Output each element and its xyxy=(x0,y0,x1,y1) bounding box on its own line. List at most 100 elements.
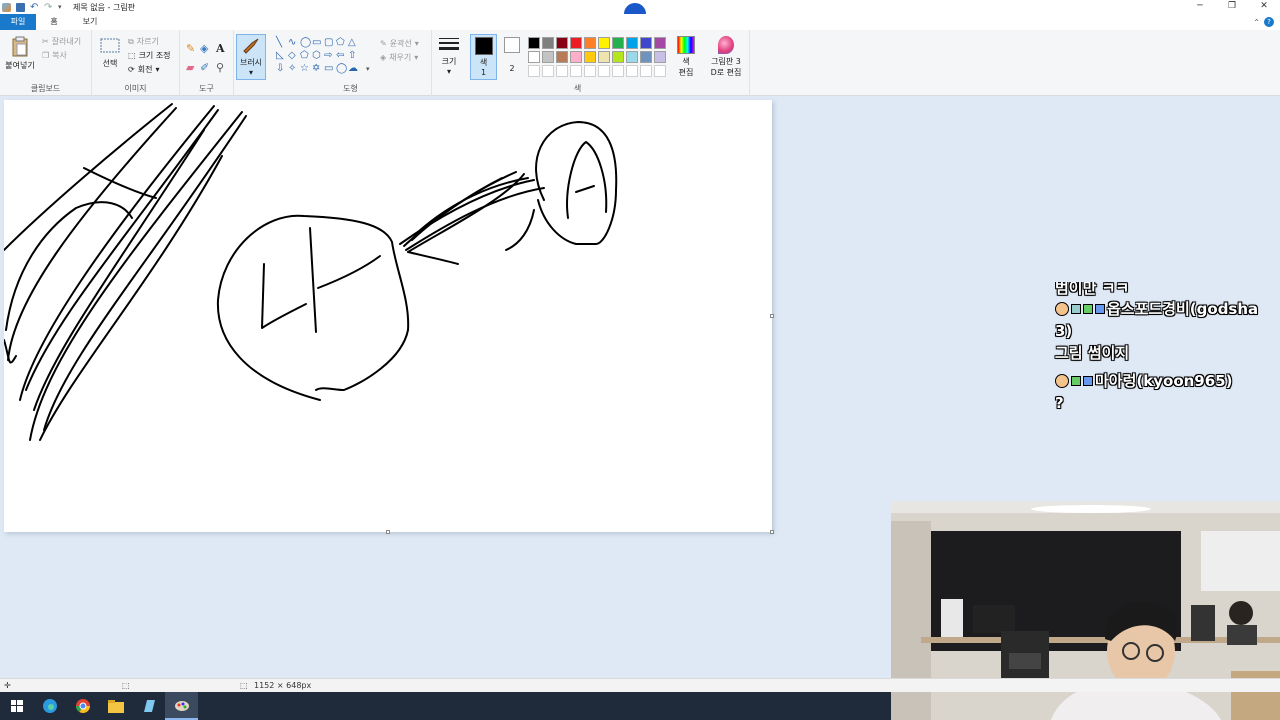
right-triangle-shape-icon[interactable]: ◺ xyxy=(276,51,284,61)
crop-button[interactable]: ⧉ 자르기 xyxy=(128,36,159,47)
chevron-down-icon: ▾ xyxy=(446,67,451,76)
help-icon[interactable]: ? xyxy=(1264,17,1274,27)
custom-color-swatch[interactable] xyxy=(654,65,666,77)
palette-swatch[interactable] xyxy=(542,51,554,63)
quick-access-dropdown-icon[interactable]: ▾ xyxy=(58,3,67,12)
custom-color-swatch[interactable] xyxy=(626,65,638,77)
copy-button[interactable]: ❐ 복사 xyxy=(42,50,67,61)
palette-swatch[interactable] xyxy=(654,37,666,49)
paste-button[interactable]: 붙여넣기 xyxy=(4,36,36,71)
user-emoji-icon xyxy=(1055,374,1069,388)
undo-icon[interactable]: ↶ xyxy=(30,2,39,12)
tab-file[interactable]: 파일 xyxy=(0,14,36,30)
maximize-button[interactable]: ❐ xyxy=(1216,0,1248,14)
collapse-ribbon-icon[interactable]: ⌃ xyxy=(1253,18,1260,27)
palette-swatch[interactable] xyxy=(556,51,568,63)
diamond-shape-icon[interactable]: ◇ xyxy=(288,51,296,61)
palette-swatch[interactable] xyxy=(598,51,610,63)
palette-swatch[interactable] xyxy=(528,37,540,49)
palette-swatch[interactable] xyxy=(584,37,596,49)
cloud-shape-icon[interactable]: ☁ xyxy=(348,64,358,74)
rotate-button[interactable]: ⟳ 회전 ▾ xyxy=(128,64,159,75)
brushes-button[interactable]: 브러시 ▾ xyxy=(236,34,266,80)
palette-swatch[interactable] xyxy=(556,37,568,49)
hexagon-shape-icon[interactable]: ⬡ xyxy=(312,51,321,61)
ribbon: 붙여넣기 ✂ 잘라내기 ❐ 복사 클립보드 선택 ⧉ 자르기 ⬚ 크기 조정 ⟳ 회전 ▾ … xyxy=(0,30,1280,96)
resize-button[interactable]: ⬚ 크기 조정 xyxy=(128,50,171,61)
right-arrow-shape-icon[interactable]: ⇨ xyxy=(324,51,332,61)
curve-shape-icon[interactable]: ∿ xyxy=(288,38,296,48)
outline-button[interactable]: ✎ 윤곽선 ▾ xyxy=(380,38,419,49)
six-point-star-shape-icon[interactable]: ✡ xyxy=(312,64,320,74)
resize-handle-corner[interactable] xyxy=(770,530,774,534)
up-arrow-shape-icon[interactable]: ⇧ xyxy=(348,51,356,61)
custom-color-swatch[interactable] xyxy=(640,65,652,77)
palette-swatch[interactable] xyxy=(654,51,666,63)
palette-swatch[interactable] xyxy=(640,37,652,49)
pentagon-shape-icon[interactable]: ⬠ xyxy=(300,51,309,61)
callout-oval-shape-icon[interactable]: ◯ xyxy=(336,64,347,74)
cut-button[interactable]: ✂ 잘라내기 xyxy=(42,36,81,47)
custom-color-swatch[interactable] xyxy=(570,65,582,77)
shapes-more-icon[interactable]: ▾ xyxy=(366,64,370,74)
size-button[interactable]: 크기 ▾ xyxy=(436,36,462,76)
save-icon[interactable] xyxy=(16,2,25,12)
taskbar-chrome[interactable] xyxy=(66,692,99,720)
palette-swatch[interactable] xyxy=(570,37,582,49)
resize-handle-right[interactable] xyxy=(770,314,774,318)
palette-swatch[interactable] xyxy=(640,51,652,63)
line-shape-icon[interactable]: ╲ xyxy=(276,38,282,48)
palette-swatch[interactable] xyxy=(612,51,624,63)
start-button[interactable] xyxy=(0,692,33,720)
rectangle-shape-icon[interactable]: ▭ xyxy=(312,38,321,48)
palette-swatch[interactable] xyxy=(626,37,638,49)
close-button[interactable]: ✕ xyxy=(1248,0,1280,14)
magnifier-icon[interactable]: ⚲ xyxy=(216,61,224,74)
drawing-canvas[interactable] xyxy=(4,100,774,534)
custom-color-swatch[interactable] xyxy=(528,65,540,77)
palette-swatch[interactable] xyxy=(598,37,610,49)
palette-swatch[interactable] xyxy=(528,51,540,63)
polygon-shape-icon[interactable]: ⬠ xyxy=(336,38,345,48)
fill-button[interactable]: ◈ 채우기 ▾ xyxy=(380,52,418,63)
pencil-icon[interactable]: ✎ xyxy=(186,42,195,55)
eraser-icon[interactable]: ▰ xyxy=(186,61,194,74)
minimize-button[interactable]: ─ xyxy=(1184,0,1216,14)
left-arrow-shape-icon[interactable]: ⇦ xyxy=(336,51,344,61)
paint3d-button[interactable]: 그림판 3 D로 편집 xyxy=(706,36,746,78)
edit-colors-button[interactable]: 색 편집 xyxy=(674,36,698,78)
palette-swatch[interactable] xyxy=(584,51,596,63)
down-arrow-shape-icon[interactable]: ⇩ xyxy=(276,64,284,74)
custom-color-swatch[interactable] xyxy=(556,65,568,77)
triangle-shape-icon[interactable]: △ xyxy=(348,38,356,48)
select-button[interactable]: 선택 xyxy=(96,36,124,69)
rounded-rectangle-shape-icon[interactable]: ▢ xyxy=(324,38,333,48)
custom-color-swatch[interactable] xyxy=(598,65,610,77)
custom-color-swatch[interactable] xyxy=(584,65,596,77)
paint-app-icon[interactable] xyxy=(2,2,11,12)
palette-swatch[interactable] xyxy=(626,51,638,63)
color1-button[interactable]: 색 1 xyxy=(470,34,497,80)
resize-handle-bottom[interactable] xyxy=(386,530,390,534)
callout-rect-shape-icon[interactable]: ▭ xyxy=(324,64,333,74)
tab-home[interactable]: 홈 xyxy=(36,14,72,30)
redo-icon[interactable]: ↷ xyxy=(44,2,53,12)
color2-button[interactable]: 2 xyxy=(500,34,524,73)
taskbar-notepad[interactable] xyxy=(132,692,165,720)
taskbar-edge[interactable] xyxy=(33,692,66,720)
palette-swatch[interactable] xyxy=(612,37,624,49)
color-picker-icon[interactable]: ✐ xyxy=(200,61,209,74)
text-tool-icon[interactable]: A xyxy=(216,42,225,55)
palette-swatch[interactable] xyxy=(570,51,582,63)
paint3d-icon xyxy=(718,36,734,54)
custom-color-swatch[interactable] xyxy=(612,65,624,77)
taskbar-paint[interactable] xyxy=(165,692,198,720)
oval-shape-icon[interactable]: ◯ xyxy=(300,38,311,48)
fill-bucket-icon[interactable]: ◈ xyxy=(200,42,208,55)
five-point-star-shape-icon[interactable]: ☆ xyxy=(300,64,309,74)
tab-view[interactable]: 보기 xyxy=(72,14,108,30)
taskbar-explorer[interactable] xyxy=(99,692,132,720)
four-point-star-shape-icon[interactable]: ✧ xyxy=(288,64,296,74)
custom-color-swatch[interactable] xyxy=(542,65,554,77)
palette-swatch[interactable] xyxy=(542,37,554,49)
